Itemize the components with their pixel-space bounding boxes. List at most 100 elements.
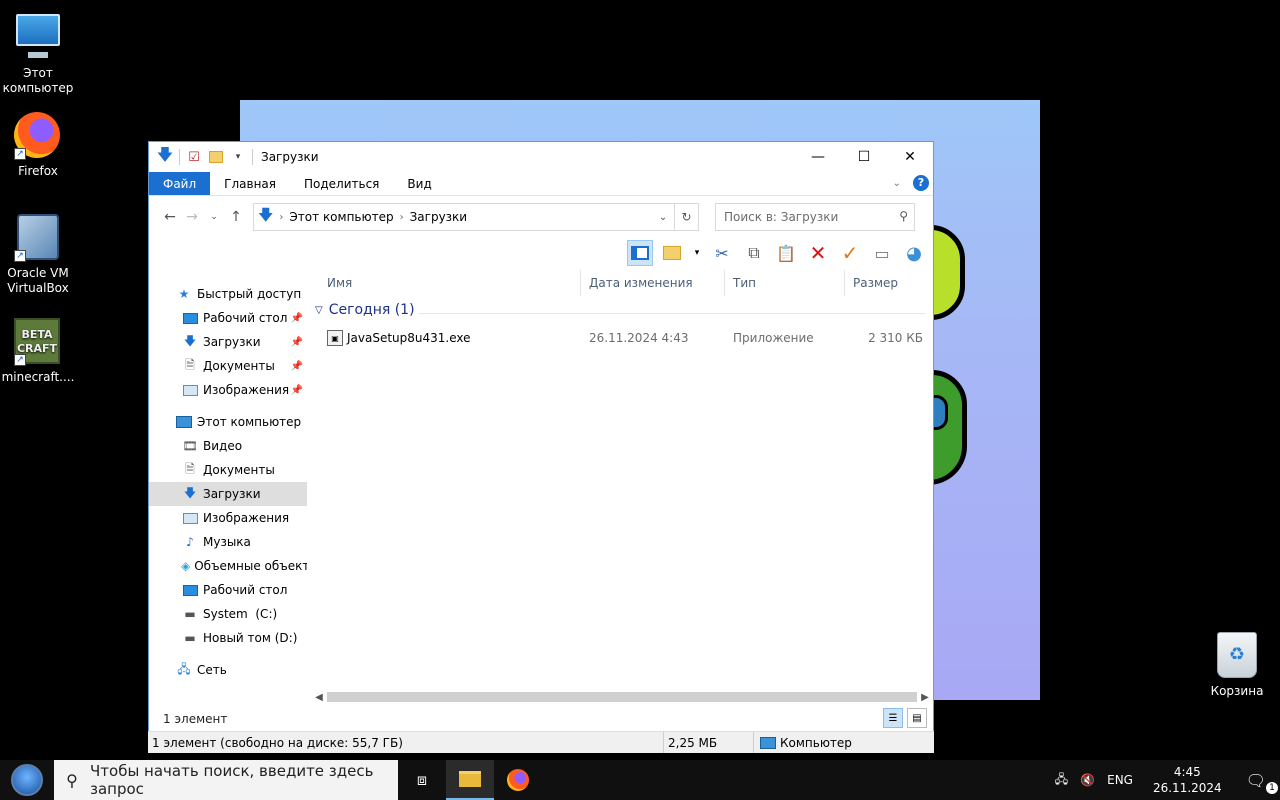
file-row[interactable]: ▣ JavaSetup8u431.exe 26.11.2024 4:43 При… <box>319 328 931 348</box>
taskbar-search[interactable]: ⚲ Чтобы начать поиск, введите здесь запр… <box>54 760 398 800</box>
nav-pictures[interactable]: Изображения <box>149 506 307 530</box>
notifications-icon: 🗨 <box>1245 770 1266 790</box>
task-view-button[interactable]: ⧈ <box>398 760 446 800</box>
search-icon[interactable]: ⚲ <box>899 209 908 223</box>
address-bar[interactable]: 🡇 › Этот компьютер › Загрузки ⌄ ↻ <box>253 203 699 231</box>
nav-3d-objects[interactable]: ◈ Объемные объекты <box>149 554 307 578</box>
expand-ribbon-icon[interactable]: ⌄ <box>893 178 901 189</box>
group-header-today[interactable]: ▽ Сегодня (1) <box>315 302 415 318</box>
breadcrumb-this-pc[interactable]: Этот компьютер <box>289 210 393 224</box>
scroll-right-icon[interactable]: ▶ <box>917 688 933 706</box>
computer-icon <box>760 736 776 749</box>
tab-home[interactable]: Главная <box>210 172 290 195</box>
tab-view[interactable]: Вид <box>393 172 445 195</box>
chevron-right-icon[interactable]: › <box>400 212 404 223</box>
scrollbar-thumb[interactable] <box>327 692 917 702</box>
nav-videos[interactable]: 🎞 Видео <box>149 434 307 458</box>
clock[interactable]: 4:45 26.11.2024 <box>1139 764 1236 796</box>
back-button[interactable]: ← <box>159 209 181 225</box>
pin-icon[interactable]: 📌 <box>291 313 303 324</box>
desktop-icon-virtualbox[interactable]: ↗ Oracle VM VirtualBox <box>0 214 76 296</box>
properties-icon[interactable]: ☑ <box>186 149 202 165</box>
help-button[interactable]: ? <box>913 175 929 191</box>
language-indicator[interactable]: ENG <box>1101 773 1139 787</box>
nav-qa-pictures[interactable]: Изображения 📌 <box>149 378 307 402</box>
nav-music[interactable]: ♪ Музыка <box>149 530 307 554</box>
column-header-name[interactable]: Имя <box>319 270 581 296</box>
window-title: Загрузки <box>261 150 319 164</box>
scroll-left-icon[interactable]: ◀ <box>311 688 327 706</box>
cut-icon[interactable]: ✂ <box>709 240 735 266</box>
column-header-type[interactable]: Тип <box>725 270 845 296</box>
shortcut-arrow-icon: ↗ <box>14 250 26 262</box>
status-disk-info: 1 элемент (свободно на диске: 55,7 ГБ) <box>148 732 664 753</box>
desktop-icon-minecraft[interactable]: BETA CRAFT ↗ minecraft.... <box>0 318 76 385</box>
search-box[interactable]: Поиск в: Загрузки ⚲ <box>715 203 915 231</box>
tab-share[interactable]: Поделиться <box>290 172 393 195</box>
new-folder-icon[interactable] <box>208 149 224 165</box>
desktop-icon-firefox[interactable]: ↗ Firefox <box>0 112 76 179</box>
nav-desktop[interactable]: Рабочий стол <box>149 578 307 602</box>
horizontal-scrollbar[interactable]: ◀ ▶ <box>311 688 933 706</box>
column-header-date[interactable]: Дата изменения <box>581 270 725 296</box>
nav-qa-documents[interactable]: 🗎 Документы 📌 <box>149 354 307 378</box>
download-arrow-icon: 🡇 <box>183 485 197 500</box>
desktop-icon-recycle-bin[interactable]: ♻ Корзина <box>1199 632 1275 699</box>
preview-pane-icon[interactable] <box>627 240 653 266</box>
pin-icon[interactable]: 📌 <box>291 385 303 396</box>
taskbar-firefox[interactable] <box>494 760 542 800</box>
nav-downloads[interactable]: 🡇 Загрузки <box>149 482 307 506</box>
file-name: JavaSetup8u431.exe <box>347 331 471 345</box>
shell-icon[interactable]: ◕ <box>901 240 927 266</box>
up-button[interactable]: ↑ <box>225 209 247 225</box>
nav-drive-c[interactable]: ▬ System (C:) <box>149 602 307 626</box>
notifications-button[interactable]: 🗨 1 <box>1236 770 1280 794</box>
details-view-icon[interactable]: ☰ <box>883 708 903 728</box>
nav-this-pc[interactable]: Этот компьютер <box>149 410 307 434</box>
nav-qa-desktop[interactable]: Рабочий стол 📌 <box>149 306 307 330</box>
maximize-button[interactable]: ☐ <box>841 142 887 172</box>
computer-icon <box>175 416 193 428</box>
minimize-button[interactable]: — <box>795 142 841 172</box>
taskbar-explorer[interactable] <box>446 760 494 800</box>
computer-icon <box>16 14 60 46</box>
title-bar[interactable]: 🡇 ☑ ▾ Загрузки — ☐ ✕ <box>149 142 933 172</box>
customize-quick-access-icon[interactable]: ▾ <box>230 149 246 165</box>
address-dropdown-icon[interactable]: ⌄ <box>652 204 674 230</box>
chevron-right-icon[interactable]: › <box>279 212 283 223</box>
search-placeholder: Поиск в: Загрузки <box>724 210 839 224</box>
breadcrumb-downloads[interactable]: Загрузки <box>410 210 468 224</box>
column-headers: Имя Дата изменения Тип Размер <box>319 270 931 296</box>
column-header-size[interactable]: Размер <box>845 270 927 296</box>
copy-icon[interactable]: ⧉ <box>741 240 767 266</box>
drive-icon: ▬ <box>184 607 196 621</box>
star-icon: ★ <box>178 287 190 301</box>
shortcut-arrow-icon: ↗ <box>14 354 26 366</box>
desktop-icon-this-pc[interactable]: Этот компьютер <box>0 10 76 96</box>
pin-icon[interactable]: 📌 <box>291 361 303 372</box>
checkmark-icon[interactable]: ✓ <box>837 240 863 266</box>
volume-muted-icon[interactable]: 🔇 <box>1074 773 1101 787</box>
notification-count: 1 <box>1266 781 1278 794</box>
dropdown-icon[interactable]: ▾ <box>691 240 703 266</box>
nav-network[interactable]: 🖧 Сеть <box>149 658 307 682</box>
open-folder-icon[interactable] <box>659 240 685 266</box>
recent-locations-icon[interactable]: ⌄ <box>203 212 225 222</box>
large-icons-view-icon[interactable]: ▤ <box>907 708 927 728</box>
task-view-icon: ⧈ <box>416 770 428 789</box>
paste-icon[interactable]: 📋 <box>773 240 799 266</box>
pin-icon[interactable]: 📌 <box>291 337 303 348</box>
rename-icon[interactable]: ▭ <box>869 240 895 266</box>
file-date: 26.11.2024 4:43 <box>589 331 689 345</box>
delete-icon[interactable]: ✕ <box>805 240 831 266</box>
tab-file[interactable]: Файл <box>149 172 211 195</box>
nav-drive-d[interactable]: ▬ Новый том (D:) <box>149 626 307 650</box>
start-button[interactable] <box>0 760 54 800</box>
refresh-button[interactable]: ↻ <box>674 204 698 230</box>
nav-documents[interactable]: 🗎 Документы <box>149 458 307 482</box>
nav-quick-access[interactable]: ★ Быстрый доступ <box>149 282 307 306</box>
network-status-icon[interactable]: 🖧 <box>1049 770 1074 791</box>
forward-button[interactable]: → <box>181 209 203 225</box>
nav-qa-downloads[interactable]: 🡇 Загрузки 📌 <box>149 330 307 354</box>
close-button[interactable]: ✕ <box>887 142 933 172</box>
